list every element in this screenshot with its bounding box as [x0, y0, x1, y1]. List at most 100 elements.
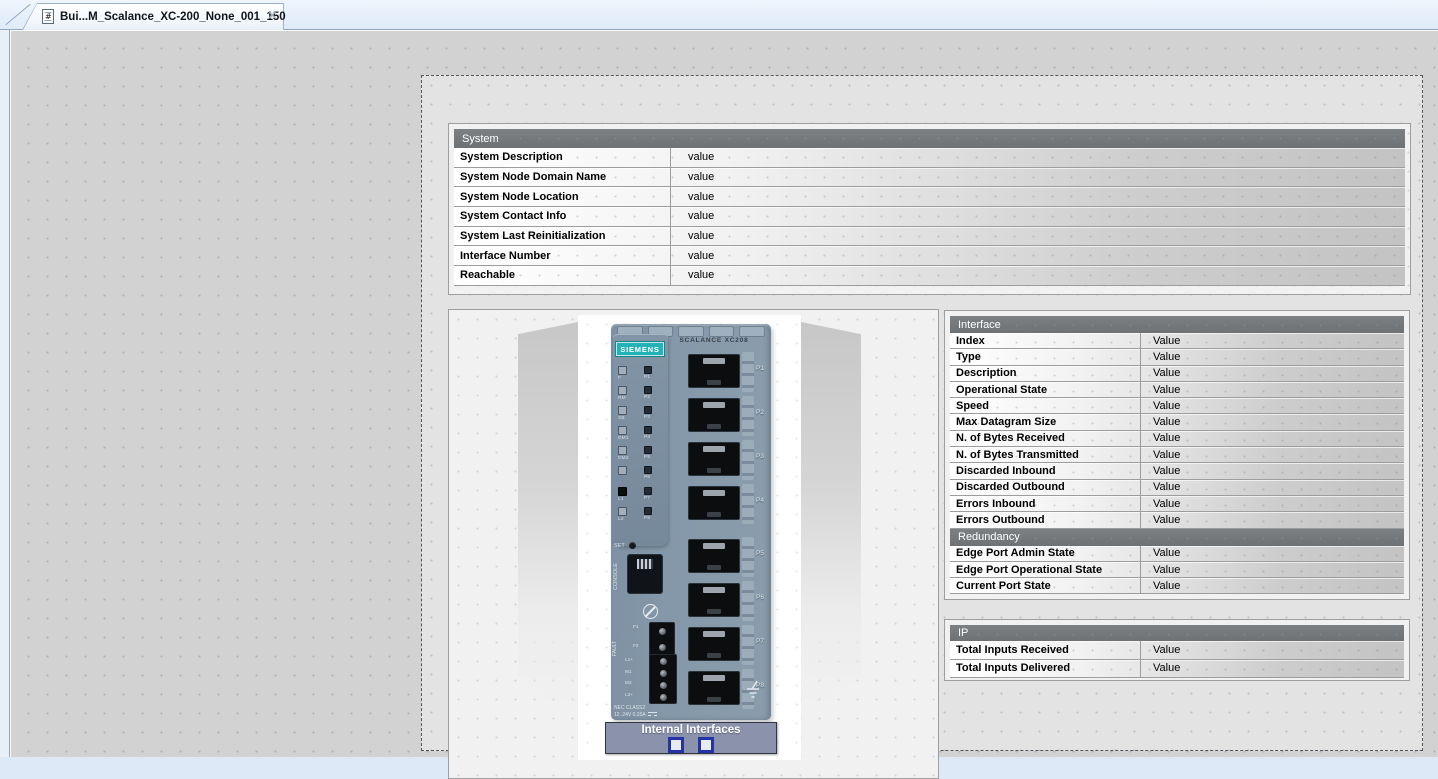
table-row: Discarded Inbound Value — [950, 463, 1404, 479]
row-value: Value — [1141, 463, 1180, 478]
rj45-jack-icon — [688, 539, 740, 573]
rj45-port: P7 — [668, 625, 771, 665]
table-row: N. of Bytes Received Value — [950, 431, 1404, 447]
scalance-switch-device: SCALANCE XC208 SIEMENS F — [611, 324, 771, 720]
row-label: Errors Inbound — [950, 496, 1141, 511]
table-row: System Contact Info value — [454, 207, 1405, 227]
table-row: Edge Port Operational State Value — [950, 562, 1404, 578]
row-label: Total Inputs Delivered — [950, 660, 1141, 678]
ip-table-rows: Total Inputs Received Value Total Inputs… — [950, 641, 1404, 678]
redundancy-table-header: Redundancy — [950, 529, 1404, 546]
port-latch-icon — [742, 581, 754, 621]
faceplate-selection-bounds[interactable]: System System Description value System N… — [421, 75, 1423, 751]
port-latch-icon — [742, 396, 754, 436]
row-value: Value — [1141, 414, 1180, 429]
led-indicator-icon — [644, 466, 652, 474]
port-latch-icon — [742, 537, 754, 577]
row-value: Value — [1141, 578, 1180, 593]
led-indicator-icon — [618, 406, 627, 415]
rj45-jack-icon — [688, 354, 740, 388]
status-led: L1 — [618, 487, 629, 505]
table-row: System Description value — [454, 148, 1405, 168]
row-value: value — [671, 207, 714, 226]
rj45-jack-icon — [688, 486, 740, 520]
table-row: Errors Inbound Value — [950, 496, 1404, 512]
rj45-port: P5 — [668, 537, 771, 577]
row-value: value — [671, 246, 714, 265]
port-led-column: P1 P2 P3 — [644, 366, 652, 524]
crossed-circle-icon — [643, 604, 658, 619]
photo-left-wing — [518, 322, 578, 725]
table-row: Errors Outbound Value — [950, 512, 1404, 528]
row-label: Discarded Outbound — [950, 480, 1141, 495]
row-value: Value — [1141, 349, 1180, 364]
fault-label: FAULT — [612, 624, 618, 656]
led-indicator-icon — [618, 487, 627, 496]
row-value: Value — [1141, 546, 1180, 561]
led-indicator-icon — [644, 487, 652, 495]
row-value: Value — [1141, 480, 1180, 495]
status-led — [618, 466, 629, 484]
row-value: value — [671, 266, 714, 285]
status-led: L2 — [618, 507, 629, 525]
tab-faceplate[interactable]: # Bui...M_Scalance_XC-200_None_001_150 ✕ — [22, 3, 284, 30]
tab-content: # Bui...M_Scalance_XC-200_None_001_150 — [22, 3, 284, 30]
led-label: P8 — [644, 515, 650, 522]
led-label: P5 — [644, 454, 650, 461]
table-row: Total Inputs Received Value — [950, 641, 1404, 660]
led-indicator-icon — [644, 386, 652, 394]
interface-table-header: Interface — [950, 316, 1404, 333]
row-label: System Description — [454, 148, 671, 167]
table-row: Max Datagram Size Value — [950, 414, 1404, 430]
close-icon[interactable]: ✕ — [268, 10, 277, 22]
led-label: RM — [618, 395, 626, 402]
interface-table[interactable]: Interface Index Value Type Value — [944, 310, 1410, 600]
rating-text: NEC CLASS2 12..24V 0.35A — [614, 705, 657, 718]
row-label: Reachable — [454, 266, 671, 285]
device-image-panel[interactable]: SCALANCE XC208 SIEMENS F — [448, 309, 939, 779]
fault-terminal-block — [649, 622, 675, 656]
status-led: SB — [618, 406, 629, 424]
row-label: Operational State — [950, 382, 1141, 397]
row-value: Value — [1141, 366, 1180, 381]
port-led: P2 — [644, 386, 652, 404]
system-table-header: System — [454, 129, 1405, 148]
table-row: Total Inputs Delivered Value — [950, 660, 1404, 679]
status-led-column: F RM SB — [618, 366, 629, 524]
row-value: Value — [1141, 562, 1180, 577]
led-label: F — [618, 375, 621, 382]
dc-symbol-icon — [648, 712, 657, 716]
row-label: Edge Port Admin State — [950, 546, 1141, 561]
fault-pin-label: F2 — [633, 644, 639, 649]
row-label: Errors Outbound — [950, 512, 1141, 527]
internal-interface-ports — [606, 737, 776, 753]
rj45-port: P2 — [668, 396, 771, 436]
port-label: P6 — [756, 594, 764, 601]
internal-interface-port-2[interactable] — [698, 737, 714, 753]
led-label: L2 — [618, 516, 624, 523]
table-row: Edge Port Admin State Value — [950, 546, 1404, 562]
rj45-jack-icon — [688, 583, 740, 617]
row-value: Value — [1141, 512, 1180, 527]
led-indicator-icon — [618, 366, 627, 375]
row-label: System Node Domain Name — [454, 168, 671, 187]
row-label: Speed — [950, 398, 1141, 413]
device-model-label: SCALANCE XC208 — [663, 337, 765, 344]
row-value: Value — [1141, 333, 1180, 348]
power-pin-label: M2 — [625, 681, 632, 686]
port-latch-icon — [742, 484, 754, 524]
led-label: L1 — [618, 496, 624, 503]
system-table-rows: System Description value System Node Dom… — [454, 148, 1405, 286]
internal-interface-port-1[interactable] — [668, 737, 684, 753]
led-label: DM1 — [618, 435, 629, 442]
ip-table-header: IP — [950, 625, 1404, 641]
table-row: Description Value — [950, 366, 1404, 382]
redundancy-table-rows: Edge Port Admin State Value Edge Port Op… — [950, 546, 1404, 595]
power-pin-label: L2+ — [625, 693, 633, 698]
table-row: System Node Domain Name value — [454, 168, 1405, 188]
system-table[interactable]: System System Description value System N… — [448, 123, 1411, 295]
console-label: CONSOLE — [613, 556, 619, 598]
ip-table[interactable]: IP Total Inputs Received Value Total Inp… — [944, 619, 1410, 681]
editor-canvas[interactable]: System System Description value System N… — [9, 30, 1438, 757]
interface-table-rows: Index Value Type Value Description — [950, 333, 1404, 529]
